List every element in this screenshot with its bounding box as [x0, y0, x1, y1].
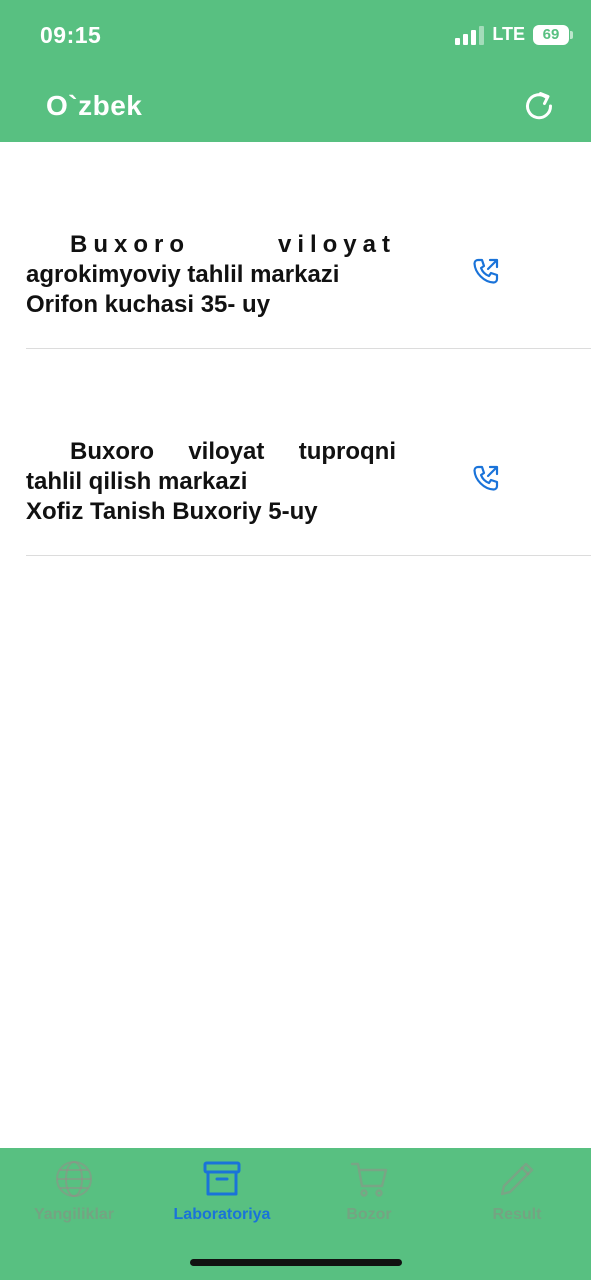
archive-box-icon — [203, 1161, 241, 1196]
screen: 09:15 LTE 69 O`zbek Buxoro viloyat agrok… — [0, 0, 591, 1280]
status-time: 09:15 — [40, 22, 102, 48]
battery-level: 69 — [542, 26, 560, 43]
tab-yangiliklar[interactable]: Yangiliklar — [0, 1158, 148, 1238]
item-line-2: tahlil qilish markazi — [26, 468, 248, 495]
header: 09:15 LTE 69 O`zbek — [0, 0, 591, 142]
bottom-nav: Yangiliklar Laboratoriya Bozor Result — [0, 1148, 591, 1280]
phone-call-icon[interactable] — [470, 462, 502, 494]
item-line-3: Orifon kuchasi 35- uy — [26, 291, 271, 318]
item-line-3: Xofiz Tanish Buxoriy 5-uy — [26, 498, 318, 525]
tab-label: Laboratoriya — [173, 1206, 271, 1223]
tab-label: Result — [492, 1206, 542, 1223]
item-line-1: Buxoro viloyat — [70, 231, 396, 258]
tab-bozor[interactable]: Bozor — [295, 1158, 443, 1238]
tab-result[interactable]: Result — [443, 1158, 591, 1238]
tab-label: Yangiliklar — [33, 1206, 115, 1223]
item-line-1: Buxoro viloyat tuproqni — [70, 438, 396, 465]
divider — [26, 555, 591, 556]
list-item: Buxoro viloyat tuproqni tahlil qilish ma… — [0, 349, 591, 556]
item-line-2: agrokimyoviy tahlil markazi — [26, 261, 340, 288]
status-indicators: LTE 69 — [455, 24, 573, 45]
network-type: LTE — [492, 24, 525, 44]
cart-icon — [350, 1162, 388, 1197]
signal-icon — [455, 25, 485, 45]
pencil-icon — [500, 1162, 534, 1196]
tab-laboratoriya[interactable]: Laboratoriya — [148, 1158, 296, 1238]
home-indicator — [190, 1259, 402, 1266]
battery-icon: 69 — [533, 24, 573, 45]
phone-call-icon[interactable] — [470, 255, 502, 287]
item-address: Buxoro viloyat tuproqni tahlil qilish ma… — [26, 437, 396, 527]
lab-list: Buxoro viloyat agrokimyoviy tahlil marka… — [0, 142, 591, 556]
globe-icon — [56, 1161, 92, 1197]
app-title: O`zbek — [46, 90, 143, 121]
list-item: Buxoro viloyat agrokimyoviy tahlil marka… — [0, 142, 591, 349]
refresh-icon[interactable] — [522, 89, 556, 123]
item-address: Buxoro viloyat agrokimyoviy tahlil marka… — [26, 230, 396, 320]
tab-label: Bozor — [346, 1206, 392, 1223]
